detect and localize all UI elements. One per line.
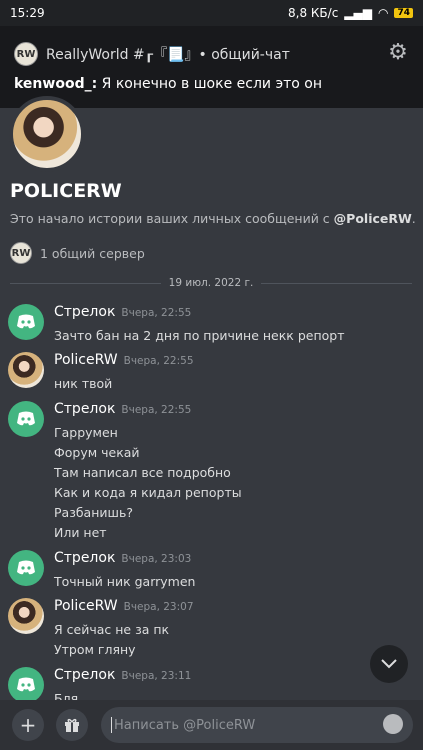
add-attachment-button[interactable]: + [12, 709, 44, 741]
profile-desc-suffix: . [411, 211, 416, 226]
message-header: Стрелок Вчера, 22:55 [54, 401, 191, 417]
message-author[interactable]: PoliceRW [54, 352, 118, 368]
server-icon: RW [10, 242, 32, 264]
message-line: Разбанишь? [54, 505, 133, 520]
message-line: Зачто бан на 2 дня по причине некк репор… [54, 328, 345, 343]
signal-icon: ▂▄▆ [344, 6, 372, 20]
mutual-servers[interactable]: RW 1 общий сервер [10, 242, 145, 264]
message-composer: + Написать @PoliceRW [0, 700, 423, 750]
message-line: Точный ник garrymen [54, 574, 196, 589]
message-body: ник твой [54, 374, 112, 394]
notification-channel: ReallyWorld #┎『📃』• общий-чат [46, 47, 290, 63]
profile-avatar[interactable] [9, 96, 85, 172]
message-line: Гаррумен [54, 425, 118, 440]
gift-icon [65, 718, 79, 732]
user-avatar[interactable] [8, 352, 44, 388]
message-line: Как и кода я кидал репорты [54, 485, 242, 500]
gift-button[interactable] [56, 709, 88, 741]
date-divider: 19 июл. 2022 г. [10, 276, 413, 290]
discord-avatar-icon[interactable] [8, 304, 44, 340]
mutual-servers-label: 1 общий сервер [40, 245, 145, 261]
plus-icon: + [19, 713, 37, 737]
message-line: Утром гляну [54, 642, 136, 657]
message-time: Вчера, 23:11 [121, 670, 192, 682]
message-author[interactable]: Стрелок [54, 550, 115, 566]
user-avatar[interactable] [8, 598, 44, 634]
notification-header: RW ReallyWorld #┎『📃』• общий-чат [14, 40, 409, 68]
discord-avatar-icon[interactable] [8, 550, 44, 586]
network-speed: 8,8 КБ/с [288, 6, 339, 20]
message-time: Вчера, 23:03 [121, 553, 192, 565]
divider-line [261, 282, 413, 284]
message-line: Там написал все подробно [54, 465, 231, 480]
scroll-to-bottom-button[interactable] [370, 645, 408, 683]
status-bar: 15:29 8,8 КБ/с ▂▄▆ ◠ 74 [0, 0, 423, 26]
profile-description: Это начало истории ваших личных сообщени… [10, 211, 416, 226]
message-body: Гаррумен Форум чекай Там написал все под… [54, 423, 242, 543]
message-line: Или нет [54, 525, 107, 540]
message-author[interactable]: Стрелок [54, 401, 115, 417]
profile-name: POLICERW [10, 180, 122, 202]
message-header: PoliceRW Вчера, 22:55 [54, 352, 194, 368]
message-header: Стрелок Вчера, 22:55 [54, 304, 191, 320]
message-input-placeholder: Написать @PoliceRW [114, 717, 256, 733]
message-line: ник твой [54, 376, 113, 391]
message-header: Стрелок Вчера, 23:11 [54, 667, 191, 683]
message-author[interactable]: Стрелок [54, 667, 115, 683]
message-body: Зачто бан на 2 дня по причине некк репор… [54, 326, 345, 346]
divider-line [10, 282, 161, 284]
message-author[interactable]: Стрелок [54, 304, 115, 320]
wifi-icon: ◠ [377, 6, 389, 20]
emoji-icon[interactable] [383, 714, 403, 734]
notification-banner[interactable]: RW ReallyWorld #┎『📃』• общий-чат ⚙ kenwoo… [0, 26, 423, 108]
discord-avatar-icon[interactable] [8, 401, 44, 437]
date-divider-label: 19 июл. 2022 г. [168, 277, 254, 289]
message-time: Вчера, 23:07 [123, 601, 194, 613]
message-header: Стрелок Вчера, 23:03 [54, 550, 191, 566]
message-body: Точный ник garrymen [54, 572, 195, 592]
message-input[interactable]: Написать @PoliceRW [101, 707, 413, 743]
server-icon: RW [14, 42, 38, 66]
message-body: Я сейчас не за пк Утром гляну [54, 620, 169, 660]
profile-desc-prefix: Это начало истории ваших личных сообщени… [10, 211, 334, 226]
status-time: 15:29 [10, 6, 45, 20]
message-time: Вчера, 22:55 [123, 355, 194, 367]
notification-message: kenwood_: Я конечно в шоке если это он [14, 76, 409, 92]
message-time: Вчера, 22:55 [121, 307, 192, 319]
text-caret [111, 717, 112, 733]
status-icons: 8,8 КБ/с ▂▄▆ ◠ 74 [288, 6, 413, 20]
message-line: Форум чекай [54, 445, 140, 460]
message-time: Вчера, 22:55 [121, 404, 192, 416]
notification-text: Я конечно в шоке если это он [101, 76, 323, 92]
message-author[interactable]: PoliceRW [54, 598, 118, 614]
message-header: PoliceRW Вчера, 23:07 [54, 598, 194, 614]
message-line: Я сейчас не за пк [54, 622, 170, 637]
battery-indicator: 74 [394, 8, 413, 18]
chevron-down-icon [381, 659, 397, 669]
discord-avatar-icon[interactable] [8, 667, 44, 703]
gear-icon[interactable]: ⚙ [387, 42, 409, 64]
notification-author: kenwood_: [14, 76, 98, 92]
profile-mention[interactable]: @PoliceRW [334, 211, 412, 226]
